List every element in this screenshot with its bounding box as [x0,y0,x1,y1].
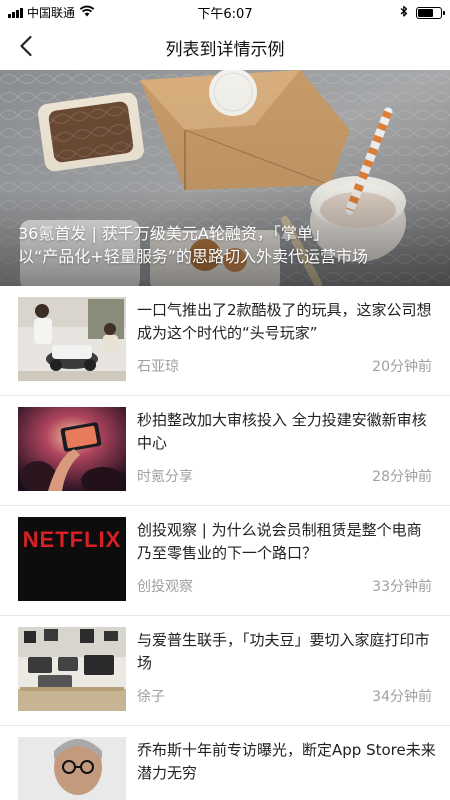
news-list: 一口气推出了2款酷极了的玩具，这家公司想成为这个时代的“头号玩家” 石亚琼 20… [0,286,450,800]
news-thumbnail [18,627,126,711]
page-title: 列表到详情示例 [165,40,285,60]
news-thumbnail: NETFLIX NETFLIX [18,517,126,601]
news-source: 徐子 [137,689,165,705]
news-title: 创投观察 | 为什么说会员制租赁是整个电商乃至零售业的下一个路口？ [137,521,422,562]
svg-text:NETFLIX: NETFLIX [35,597,110,601]
news-item[interactable]: 与爱普生联手，「功夫豆」要切入家庭打印市场 徐子 34分钟前 [0,616,450,726]
news-item[interactable]: NETFLIX NETFLIX 创投观察 | 为什么说会员制租赁是整个电商乃至零… [0,506,450,616]
battery-icon [416,6,445,19]
status-time: 下午6:07 [197,7,253,22]
news-source: 石亚琼 [137,359,179,375]
status-right [400,3,445,22]
banner-caption: 36氪首发 | 获千万级美元A轮融资，「掌单」 以“产品化+轻量服务”的思路切入… [18,222,440,268]
news-source: 时氪分享 [137,469,193,485]
netflix-logo: NETFLIX [23,527,122,552]
news-title: 与爱普生联手，「功夫豆」要切入家庭打印市场 [137,631,430,672]
banner-caption-line-2: 以“产品化+轻量服务”的思路切入外卖代运营市场 [18,247,368,266]
news-time: 28分钟前 [372,469,432,485]
banner-carousel[interactable]: 36氪首发 | 获千万级美元A轮融资，「掌单」 以“产品化+轻量服务”的思路切入… [0,70,450,286]
news-thumbnail [18,407,126,491]
status-bar: 中国联通 下午6:07 [0,0,450,22]
news-item[interactable]: 秒拍整改加大审核投入 全力投建安徽新审核中心 时氪分享 28分钟前 [0,396,450,506]
navigation-bar: 列表到详情示例 [0,22,450,70]
banner-caption-line-1: 36氪首发 | 获千万级美元A轮融资，「掌单」 [18,224,329,243]
news-time: 20分钟前 [372,359,432,375]
news-title: 秒拍整改加大审核投入 全力投建安徽新审核中心 [137,411,427,452]
bluetooth-icon [400,3,408,22]
news-item[interactable]: 一口气推出了2款酷极了的玩具，这家公司想成为这个时代的“头号玩家” 石亚琼 20… [0,286,450,396]
news-title: 一口气推出了2款酷极了的玩具，这家公司想成为这个时代的“头号玩家” [137,301,432,342]
news-thumbnail [18,297,126,381]
news-time: 33分钟前 [372,579,432,595]
news-thumbnail [18,737,126,800]
news-source: 创投观察 [137,579,193,595]
news-item[interactable]: 乔布斯十年前专访曝光，断定App Store未来潜力无穷 [0,726,450,800]
news-title: 乔布斯十年前专访曝光，断定App Store未来潜力无穷 [137,741,436,782]
news-time: 34分钟前 [372,689,432,705]
